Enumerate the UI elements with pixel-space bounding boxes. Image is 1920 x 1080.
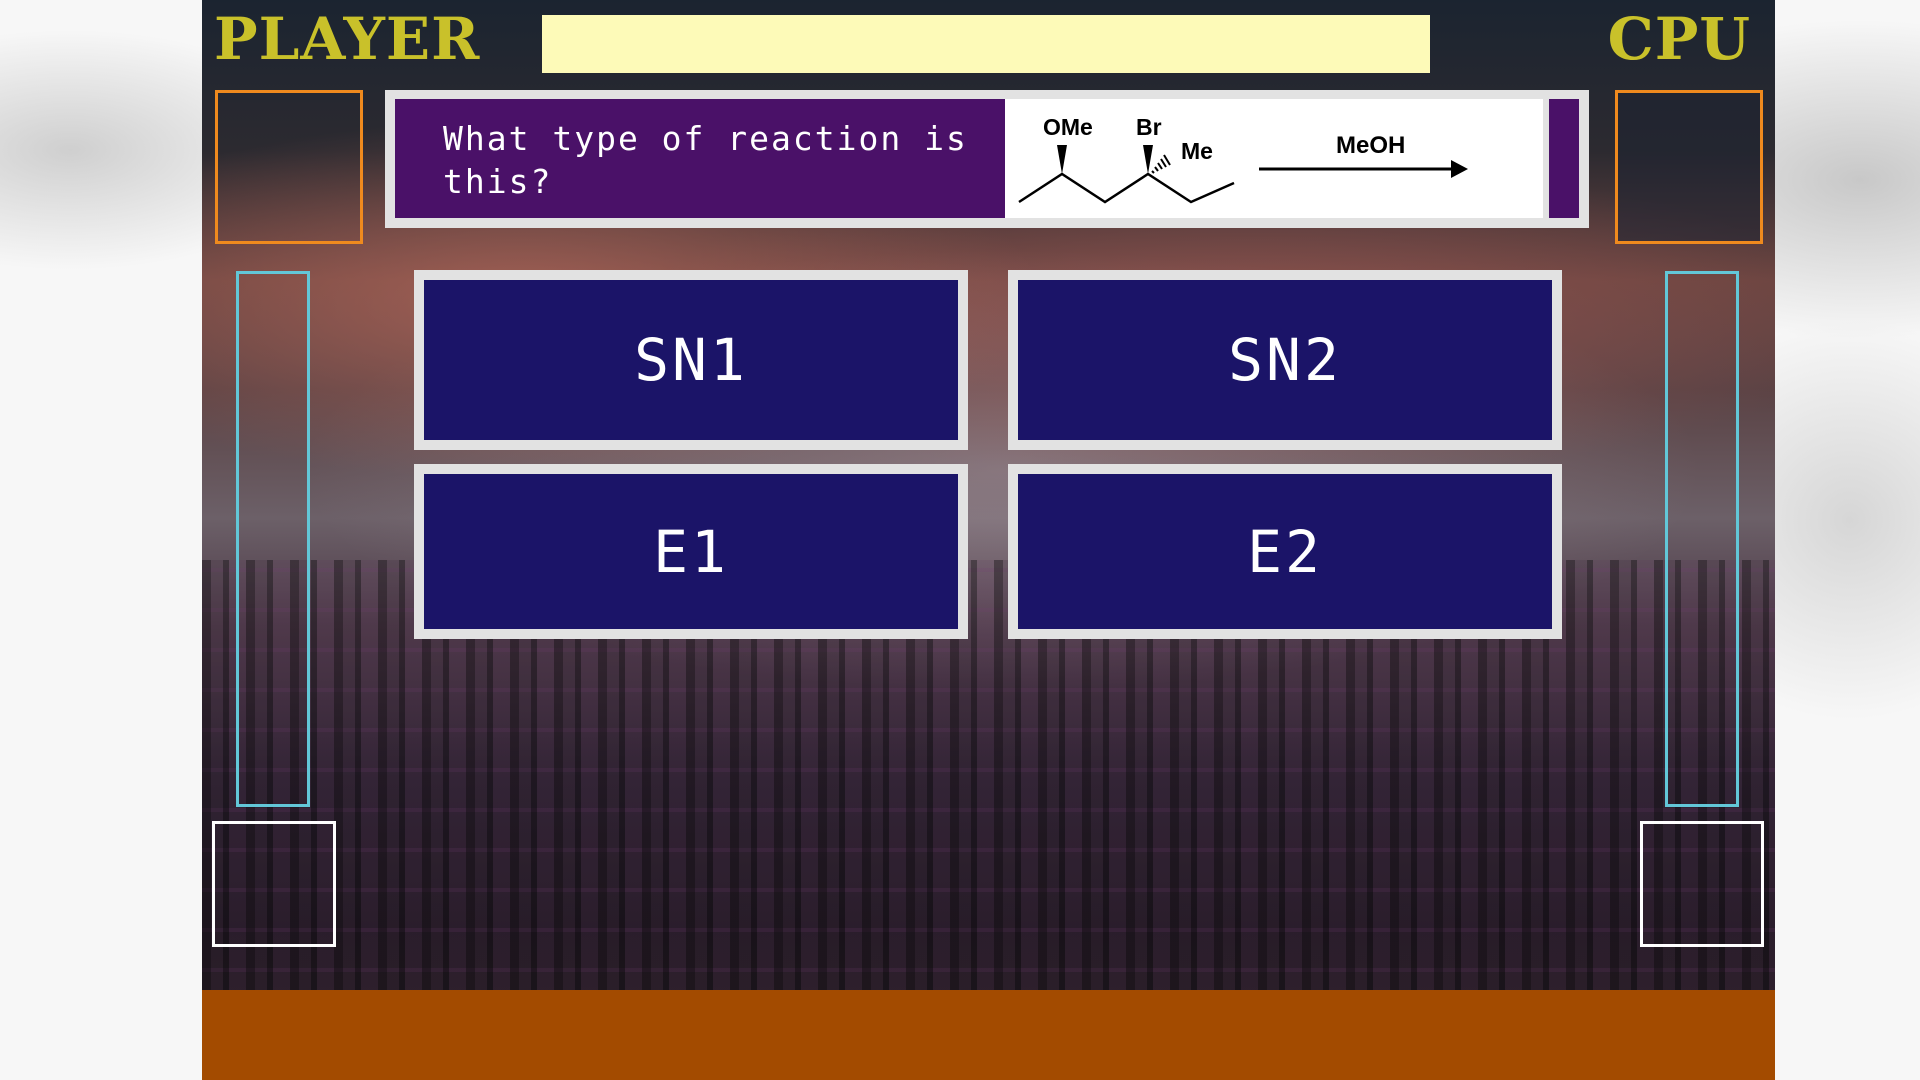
question-panel: What type of reaction is this? OMe Br Me…	[385, 90, 1589, 228]
bottom-bar	[202, 990, 1775, 1080]
answer-button-1[interactable]: SN1	[414, 270, 968, 450]
game-stage: PLAYER CPU What type of reaction is this…	[202, 0, 1775, 1080]
question-text-box: What type of reaction is this?	[395, 99, 1005, 218]
answer-label: SN2	[1228, 326, 1342, 394]
answer-button-4[interactable]: E2	[1008, 464, 1562, 639]
substituent-label-3: Me	[1181, 138, 1213, 164]
player-health-meter	[236, 271, 310, 807]
answer-label: SN1	[634, 326, 748, 394]
cpu-title: CPU	[1607, 5, 1751, 73]
question-panel-accent	[1549, 99, 1579, 218]
cpu-item-slot	[1640, 821, 1764, 947]
cpu-health-meter	[1665, 271, 1739, 807]
reagent-label: MeOH	[1336, 132, 1405, 159]
cpu-portrait	[1615, 90, 1763, 244]
player-portrait	[215, 90, 363, 244]
reaction-diagram: OMe Br Me MeOH	[1005, 99, 1543, 218]
substituent-label-1: OMe	[1043, 114, 1093, 140]
substituent-label-2: Br	[1136, 114, 1162, 140]
player-title: PLAYER	[214, 5, 481, 73]
answer-button-3[interactable]: E1	[414, 464, 968, 639]
player-item-slot	[212, 821, 336, 947]
answer-button-2[interactable]: SN2	[1008, 270, 1562, 450]
answer-label: E1	[653, 517, 729, 586]
reaction-structure-icon: OMe Br Me MeOH	[1018, 114, 1468, 204]
answer-label: E2	[1247, 517, 1323, 586]
timer-bar	[542, 15, 1430, 73]
arrow-icon	[1451, 160, 1468, 178]
question-text: What type of reaction is this?	[443, 119, 968, 201]
